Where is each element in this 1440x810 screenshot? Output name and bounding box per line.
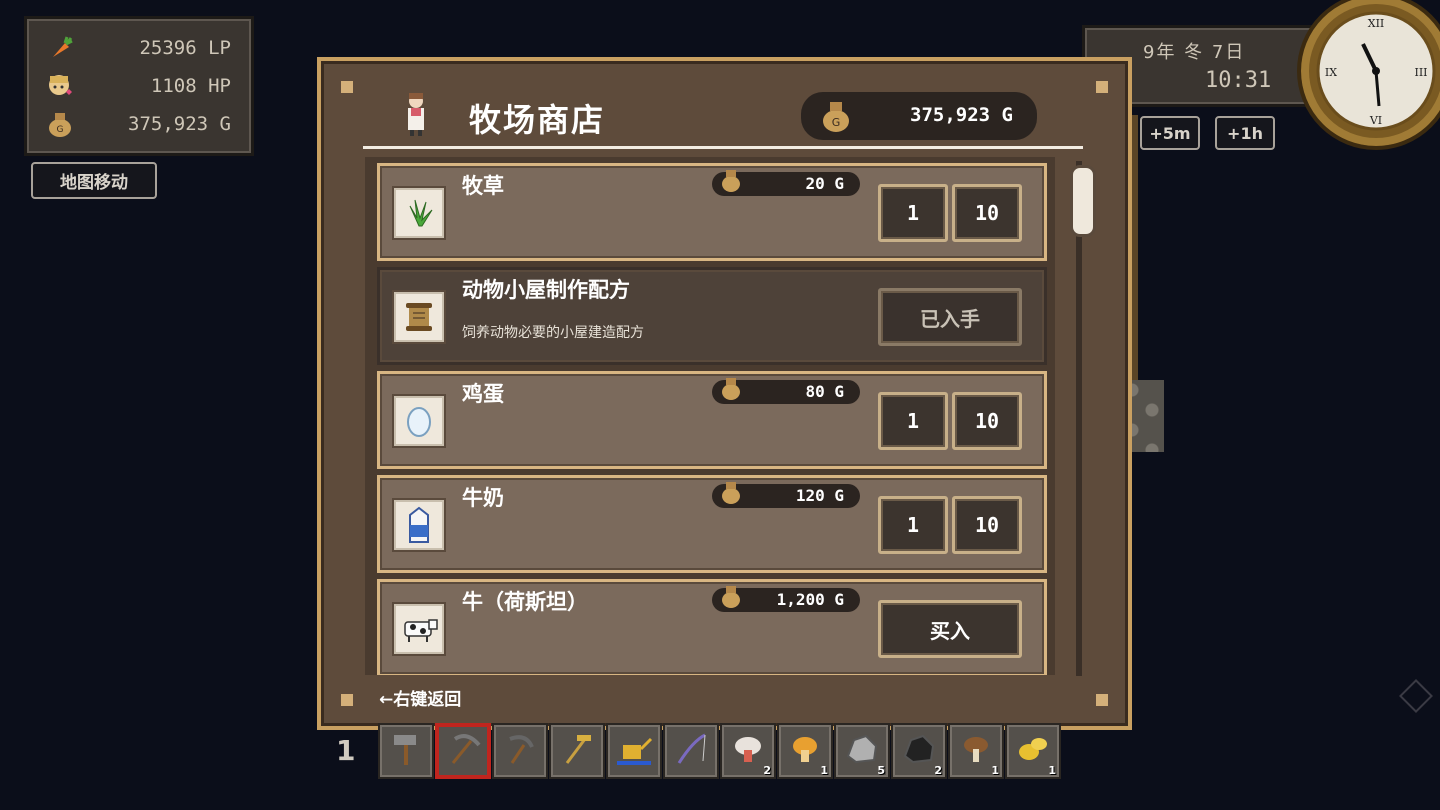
hotbar-slot-pickaxe[interactable]: [435, 723, 491, 779]
money-bag-icon: G: [821, 98, 851, 138]
frame-corner: [1096, 81, 1108, 93]
shop-item-animal-house-recipe[interactable]: 动物小屋制作配方 饲养动物必要的小屋建造配方 已入手: [377, 267, 1047, 365]
white-mushroom-icon: [731, 732, 765, 770]
buy-button[interactable]: 买入: [878, 600, 1022, 658]
svg-text:III: III: [1414, 66, 1427, 79]
plus-5m-button[interactable]: +5m: [1140, 116, 1200, 150]
money-bag-icon: [720, 167, 742, 197]
item-description: 饲养动物必要的小屋建造配方: [462, 325, 644, 341]
buy-1-button[interactable]: 1: [878, 496, 948, 554]
hotbar-slot-watering-can[interactable]: [606, 723, 662, 779]
shop-item-holstein-cow[interactable]: 牛（荷斯坦） 1,200 G 买入: [377, 579, 1047, 675]
svg-text:G: G: [832, 116, 841, 129]
analog-clock-icon: XII III VI IX: [1297, 0, 1440, 150]
plus-1h-button[interactable]: +1h: [1215, 116, 1275, 150]
shop-gold-display: G 375,923 G: [801, 92, 1037, 140]
shopkeeper-icon: [403, 91, 429, 137]
milk-icon: [392, 498, 446, 552]
hp-row: 1108 HP: [45, 69, 231, 103]
sickle-icon: [502, 731, 538, 771]
buy-1-button[interactable]: 1: [878, 184, 948, 242]
item-price: 80 G: [712, 378, 860, 404]
hoe-icon: [559, 731, 595, 771]
lp-value: 25396 LP: [139, 37, 231, 59]
item-name: 牛（荷斯坦）: [462, 590, 588, 614]
shop-item-grass[interactable]: 牧草 20 G 1 10: [377, 163, 1047, 261]
gold-row: G 375,923 G: [45, 107, 231, 141]
hotbar-slot-stone[interactable]: 5: [834, 723, 890, 779]
item-price: 120 G: [712, 482, 860, 508]
date-text: 9年 冬 7日: [1143, 42, 1246, 63]
owned-button: 已入手: [878, 288, 1022, 346]
frame-corner: [341, 694, 353, 706]
watering-can-icon: [615, 731, 653, 771]
hammer-icon: [388, 731, 424, 771]
buy-10-button[interactable]: 10: [952, 184, 1022, 242]
buy-10-button[interactable]: 10: [952, 496, 1022, 554]
buy-10-button[interactable]: 10: [952, 392, 1022, 450]
svg-text:VI: VI: [1369, 114, 1382, 127]
hp-value: 1108 HP: [150, 75, 231, 97]
title-divider: [363, 146, 1083, 149]
lp-row: 25396 LP: [45, 31, 231, 65]
money-bag-icon: [720, 583, 742, 613]
buy-1-button[interactable]: 1: [878, 392, 948, 450]
orange-mushroom-icon: [788, 732, 822, 770]
shop-item-milk[interactable]: 牛奶 120 G 1 10: [377, 475, 1047, 573]
hotbar-slot-coal[interactable]: 2: [891, 723, 947, 779]
hotbar-slot-white-mushroom[interactable]: 2: [720, 723, 776, 779]
item-price: 1,200 G: [712, 586, 860, 612]
shop-item-egg[interactable]: 鸡蛋 80 G 1 10: [377, 371, 1047, 469]
gold-value: 375,923 G: [128, 113, 231, 135]
coal-icon: [901, 732, 937, 770]
gold-ore-icon: [1015, 732, 1051, 770]
shop-gold-value: 375,923 G: [910, 104, 1013, 126]
money-bag-icon: [720, 375, 742, 405]
frame-corner: [341, 81, 353, 93]
hotbar-slot-fishing-rod[interactable]: [663, 723, 719, 779]
hotbar-slot-hammer[interactable]: [378, 723, 434, 779]
fishing-rod-icon: [673, 731, 709, 771]
hotbar-slot-sickle[interactable]: [492, 723, 548, 779]
map-move-button[interactable]: 地图移动: [31, 162, 157, 199]
scroll-icon: [392, 290, 446, 344]
carrot-icon: [45, 33, 75, 63]
scrollbar-thumb[interactable]: [1070, 165, 1096, 237]
tool-hotbar: 2 1 5 2 1 1: [378, 723, 1064, 779]
shop-title: 牧场商店: [469, 101, 606, 139]
hotbar-slot-hoe[interactable]: [549, 723, 605, 779]
money-bag-icon: [720, 479, 742, 509]
item-price: 20 G: [712, 170, 860, 196]
hotbar-slot-brown-mushroom[interactable]: 1: [948, 723, 1004, 779]
diamond-marker-icon: [1399, 679, 1433, 713]
hotbar-slot-gold-ore[interactable]: 1: [1005, 723, 1061, 779]
money-bag-icon: G: [45, 109, 75, 139]
shop-item-list[interactable]: 牧草 20 G 1 10 动物小屋制作配方 饲养动物必要的小屋建造配方 已入手 …: [365, 157, 1055, 675]
brown-mushroom-icon: [959, 732, 993, 770]
player-status-panel: 25396 LP 1108 HP G 375,923 G: [24, 16, 254, 156]
hotbar-page-number[interactable]: 1: [336, 734, 355, 767]
svg-text:G: G: [57, 125, 64, 135]
scrollbar-track[interactable]: [1076, 161, 1082, 676]
stone-icon: [844, 732, 880, 770]
ranch-shop-window: 牧场商店 G 375,923 G 牧草 20 G 1 10 动物小屋制作配方 饲…: [317, 57, 1132, 730]
cow-icon: [392, 602, 446, 656]
item-name: 动物小屋制作配方: [462, 278, 630, 302]
item-name: 牧草: [462, 174, 504, 198]
pickaxe-icon: [445, 731, 481, 771]
grass-icon: [392, 186, 446, 240]
svg-text:IX: IX: [1325, 66, 1337, 79]
player-face-icon: [45, 71, 75, 101]
hotbar-slot-orange-mushroom[interactable]: 1: [777, 723, 833, 779]
time-text: 10:31: [1205, 68, 1272, 93]
right-click-back-hint: ←右键返回: [379, 690, 462, 710]
egg-icon: [392, 394, 446, 448]
svg-text:XII: XII: [1368, 17, 1385, 30]
item-name: 鸡蛋: [462, 382, 504, 406]
item-name: 牛奶: [462, 486, 504, 510]
frame-corner: [1096, 694, 1108, 706]
